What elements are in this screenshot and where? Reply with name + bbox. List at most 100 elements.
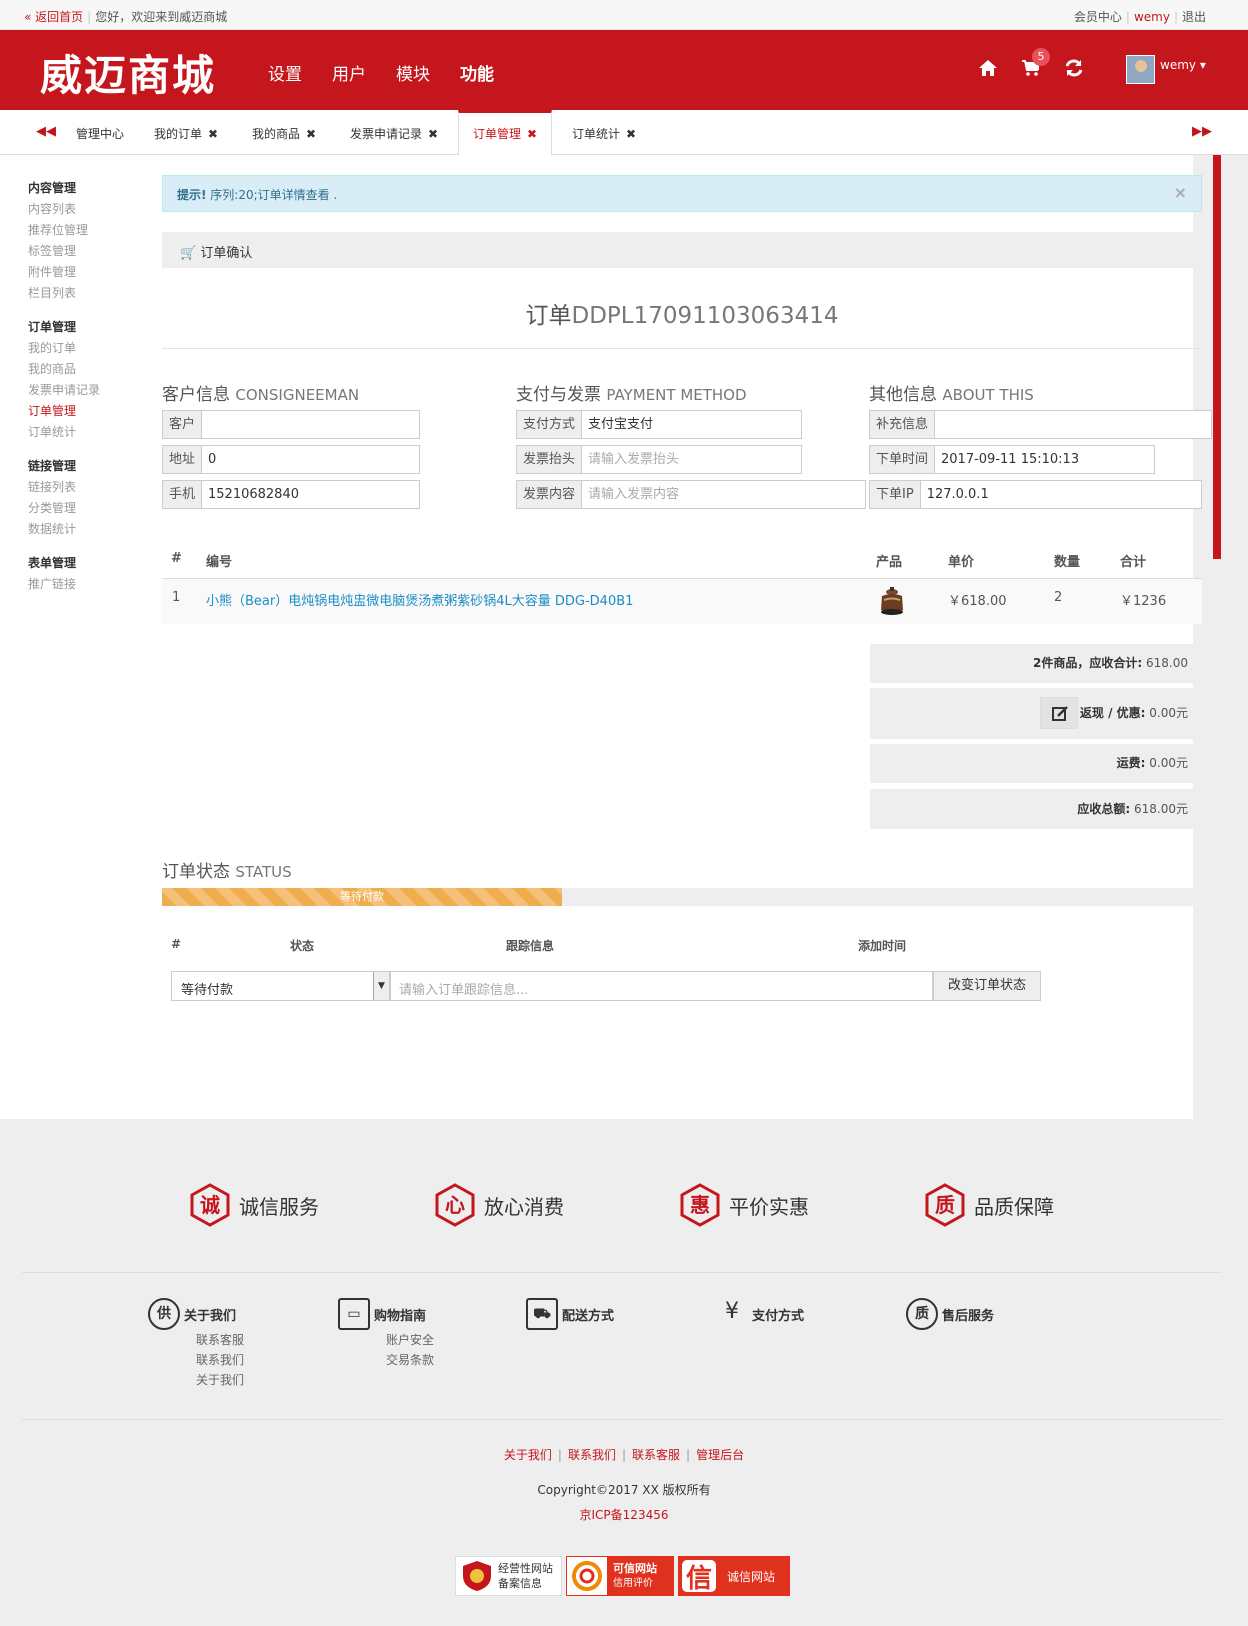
close-icon[interactable]: ✖ (527, 127, 537, 141)
sidebar-item[interactable]: 推广链接 (28, 575, 76, 592)
table-header: 单价 (948, 555, 975, 570)
sidebar-item[interactable]: 分类管理 (28, 499, 76, 516)
tab-order-management[interactable]: 订单管理 ✖ (458, 110, 553, 156)
close-icon[interactable]: ✖ (626, 127, 636, 141)
summary-total: 应收总额: 618.00元 (870, 789, 1202, 829)
tab-admin-center[interactable]: 管理中心 (76, 110, 124, 155)
field-label: 客户 (163, 411, 203, 438)
close-icon[interactable]: × (1174, 183, 1187, 202)
user-menu[interactable]: wemy ▾ (1160, 58, 1206, 72)
tab-my-products[interactable]: 我的商品 ✖ (252, 110, 316, 155)
sidebar-item[interactable]: 订单统计 (28, 423, 76, 440)
footer-link[interactable]: 关于我们 (196, 1370, 244, 1390)
tab-order-stats[interactable]: 订单统计 ✖ (572, 110, 636, 155)
product-link[interactable]: 小熊（Bear）电炖锅电炖盅微电脑煲汤煮粥紫砂锅4L大容量 DDG-D40B1 (206, 590, 633, 609)
footer-link-about[interactable]: 关于我们 (504, 1448, 552, 1462)
back-home-link[interactable]: « 返回首页 (24, 10, 83, 24)
summary-count-label: 2件商品，应收合计: (1033, 656, 1143, 670)
customer-field[interactable]: 客户 (162, 410, 420, 439)
promo-label: 放心消费 (484, 1194, 564, 1219)
edit-icon (1052, 706, 1068, 721)
nav-settings[interactable]: 设置 (268, 60, 302, 85)
logout-link[interactable]: 退出 (1182, 10, 1206, 24)
scrollbar[interactable] (1213, 155, 1221, 559)
badge-integrity-site[interactable]: 信 诚信网站 (678, 1556, 790, 1596)
footer-col-title: 购物指南 (374, 1308, 427, 1324)
sidebar-item[interactable]: 附件管理 (28, 263, 76, 280)
tab-my-orders[interactable]: 我的订单 ✖ (154, 110, 218, 155)
sidebar-item[interactable]: 标签管理 (28, 242, 76, 259)
close-icon[interactable]: ✖ (428, 127, 438, 141)
member-center-link[interactable]: 会员中心 (1074, 10, 1122, 24)
badge-business-site[interactable]: 经营性网站 备案信息 (455, 1556, 562, 1596)
field-value: 支付宝支付 (588, 417, 654, 432)
close-icon[interactable]: ✖ (208, 127, 218, 141)
footer-link[interactable]: 联系客服 (196, 1330, 244, 1350)
promo-char: 质 (935, 1193, 955, 1217)
summary-total-label: 应收总额: (1077, 802, 1131, 816)
promo-char: 诚 (200, 1193, 220, 1217)
refresh-icon[interactable] (1064, 58, 1084, 83)
footer-link[interactable]: 交易条款 (386, 1350, 434, 1370)
close-icon[interactable]: ✖ (306, 127, 316, 141)
username-link[interactable]: wemy (1134, 10, 1170, 24)
tab-label: 订单统计 (572, 127, 621, 141)
table-header: 合计 (1120, 555, 1147, 570)
copyright: Copyright©2017 XX 版权所有 (537, 1483, 711, 1497)
change-status-button[interactable]: 改变订单状态 (933, 971, 1041, 1001)
nav-modules[interactable]: 模块 (396, 60, 430, 85)
footer-link-contact[interactable]: 联系我们 (568, 1448, 616, 1462)
sidebar-item-active[interactable]: 订单管理 (28, 402, 76, 419)
invoice-title-input[interactable]: 发票抬头 请输入发票抬头 (516, 445, 802, 474)
sidebar-group-title: 表单管理 (28, 556, 77, 570)
sidebar-item[interactable]: 我的订单 (28, 339, 76, 356)
avatar[interactable] (1126, 55, 1155, 84)
edit-discount-button[interactable] (1040, 697, 1078, 729)
field-value: 127.0.0.1 (926, 487, 989, 502)
phone-field[interactable]: 手机 15210682840 (162, 480, 420, 509)
sidebar-item[interactable]: 栏目列表 (28, 284, 76, 301)
sidebar-item[interactable]: 数据统计 (28, 520, 76, 537)
order-ip-field[interactable]: 下单IP 127.0.0.1 (869, 480, 1202, 509)
logo[interactable]: 威迈商城 (40, 42, 216, 103)
badge-line: 信用评价 (613, 1578, 653, 1589)
payment-method-field[interactable]: 支付方式 支付宝支付 (516, 410, 802, 439)
status-select[interactable]: 等待付款 ▼ (171, 971, 390, 1001)
icp-link[interactable]: 京ICP备123456 (0, 1506, 1248, 1523)
footer-link-service[interactable]: 联系客服 (632, 1448, 680, 1462)
footer-link[interactable]: 联系我们 (196, 1350, 244, 1370)
footer-link[interactable]: 账户安全 (386, 1330, 434, 1350)
footer-col-title: 配送方式 (562, 1308, 615, 1324)
sidebar-item[interactable]: 发票申请记录 (28, 381, 100, 398)
promo-label: 平价实惠 (729, 1194, 809, 1219)
footer-col-guide: ▭ 购物指南 账户安全 交易条款 (338, 1298, 434, 1370)
sidebar-item[interactable]: 我的商品 (28, 360, 76, 377)
summary-shipping: 运费: 0.00元 (870, 744, 1202, 783)
tabs-scroll-left-icon[interactable]: ◀◀ (36, 124, 56, 139)
nav-users[interactable]: 用户 (332, 60, 366, 85)
tracking-info-input[interactable]: 请输入订单跟踪信息... (390, 971, 933, 1001)
sidebar-item[interactable]: 链接列表 (28, 478, 76, 495)
nav-functions[interactable]: 功能 (460, 60, 494, 85)
invoice-content-input[interactable]: 发票内容 请输入发票内容 (516, 480, 866, 509)
customer-title-en: CONSIGNEEMAN (235, 386, 360, 404)
tabs-scroll-right-icon[interactable]: ▶▶ (1192, 124, 1212, 139)
product-image[interactable] (878, 586, 906, 616)
badge-trusted-site[interactable]: 可信网站 信用评价 (566, 1556, 674, 1596)
tab-invoice-records[interactable]: 发票申请记录 ✖ (350, 110, 438, 155)
badge-line: 可信网站 (613, 1562, 657, 1575)
status-table-header: 添加时间 (858, 939, 907, 953)
customer-title: 客户信息 (162, 385, 230, 405)
footer-col-aftersale: 质售后服务 (906, 1298, 994, 1330)
footer-link-admin[interactable]: 管理后台 (696, 1448, 744, 1462)
sidebar-item[interactable]: 内容列表 (28, 200, 76, 217)
chevron-down-icon[interactable]: ▼ (373, 972, 389, 1000)
status-table-header: 状态 (290, 939, 315, 953)
extra-info-field[interactable]: 补充信息 (869, 410, 1212, 439)
payment-title-en: PAYMENT METHOD (606, 386, 747, 404)
order-time-field[interactable]: 下单时间 2017-09-11 15:10:13 (869, 445, 1155, 474)
field-label: 发票抬头 (517, 446, 583, 473)
home-icon[interactable] (978, 58, 998, 82)
sidebar-item[interactable]: 推荐位管理 (28, 221, 88, 238)
address-field[interactable]: 地址 0 (162, 445, 420, 474)
